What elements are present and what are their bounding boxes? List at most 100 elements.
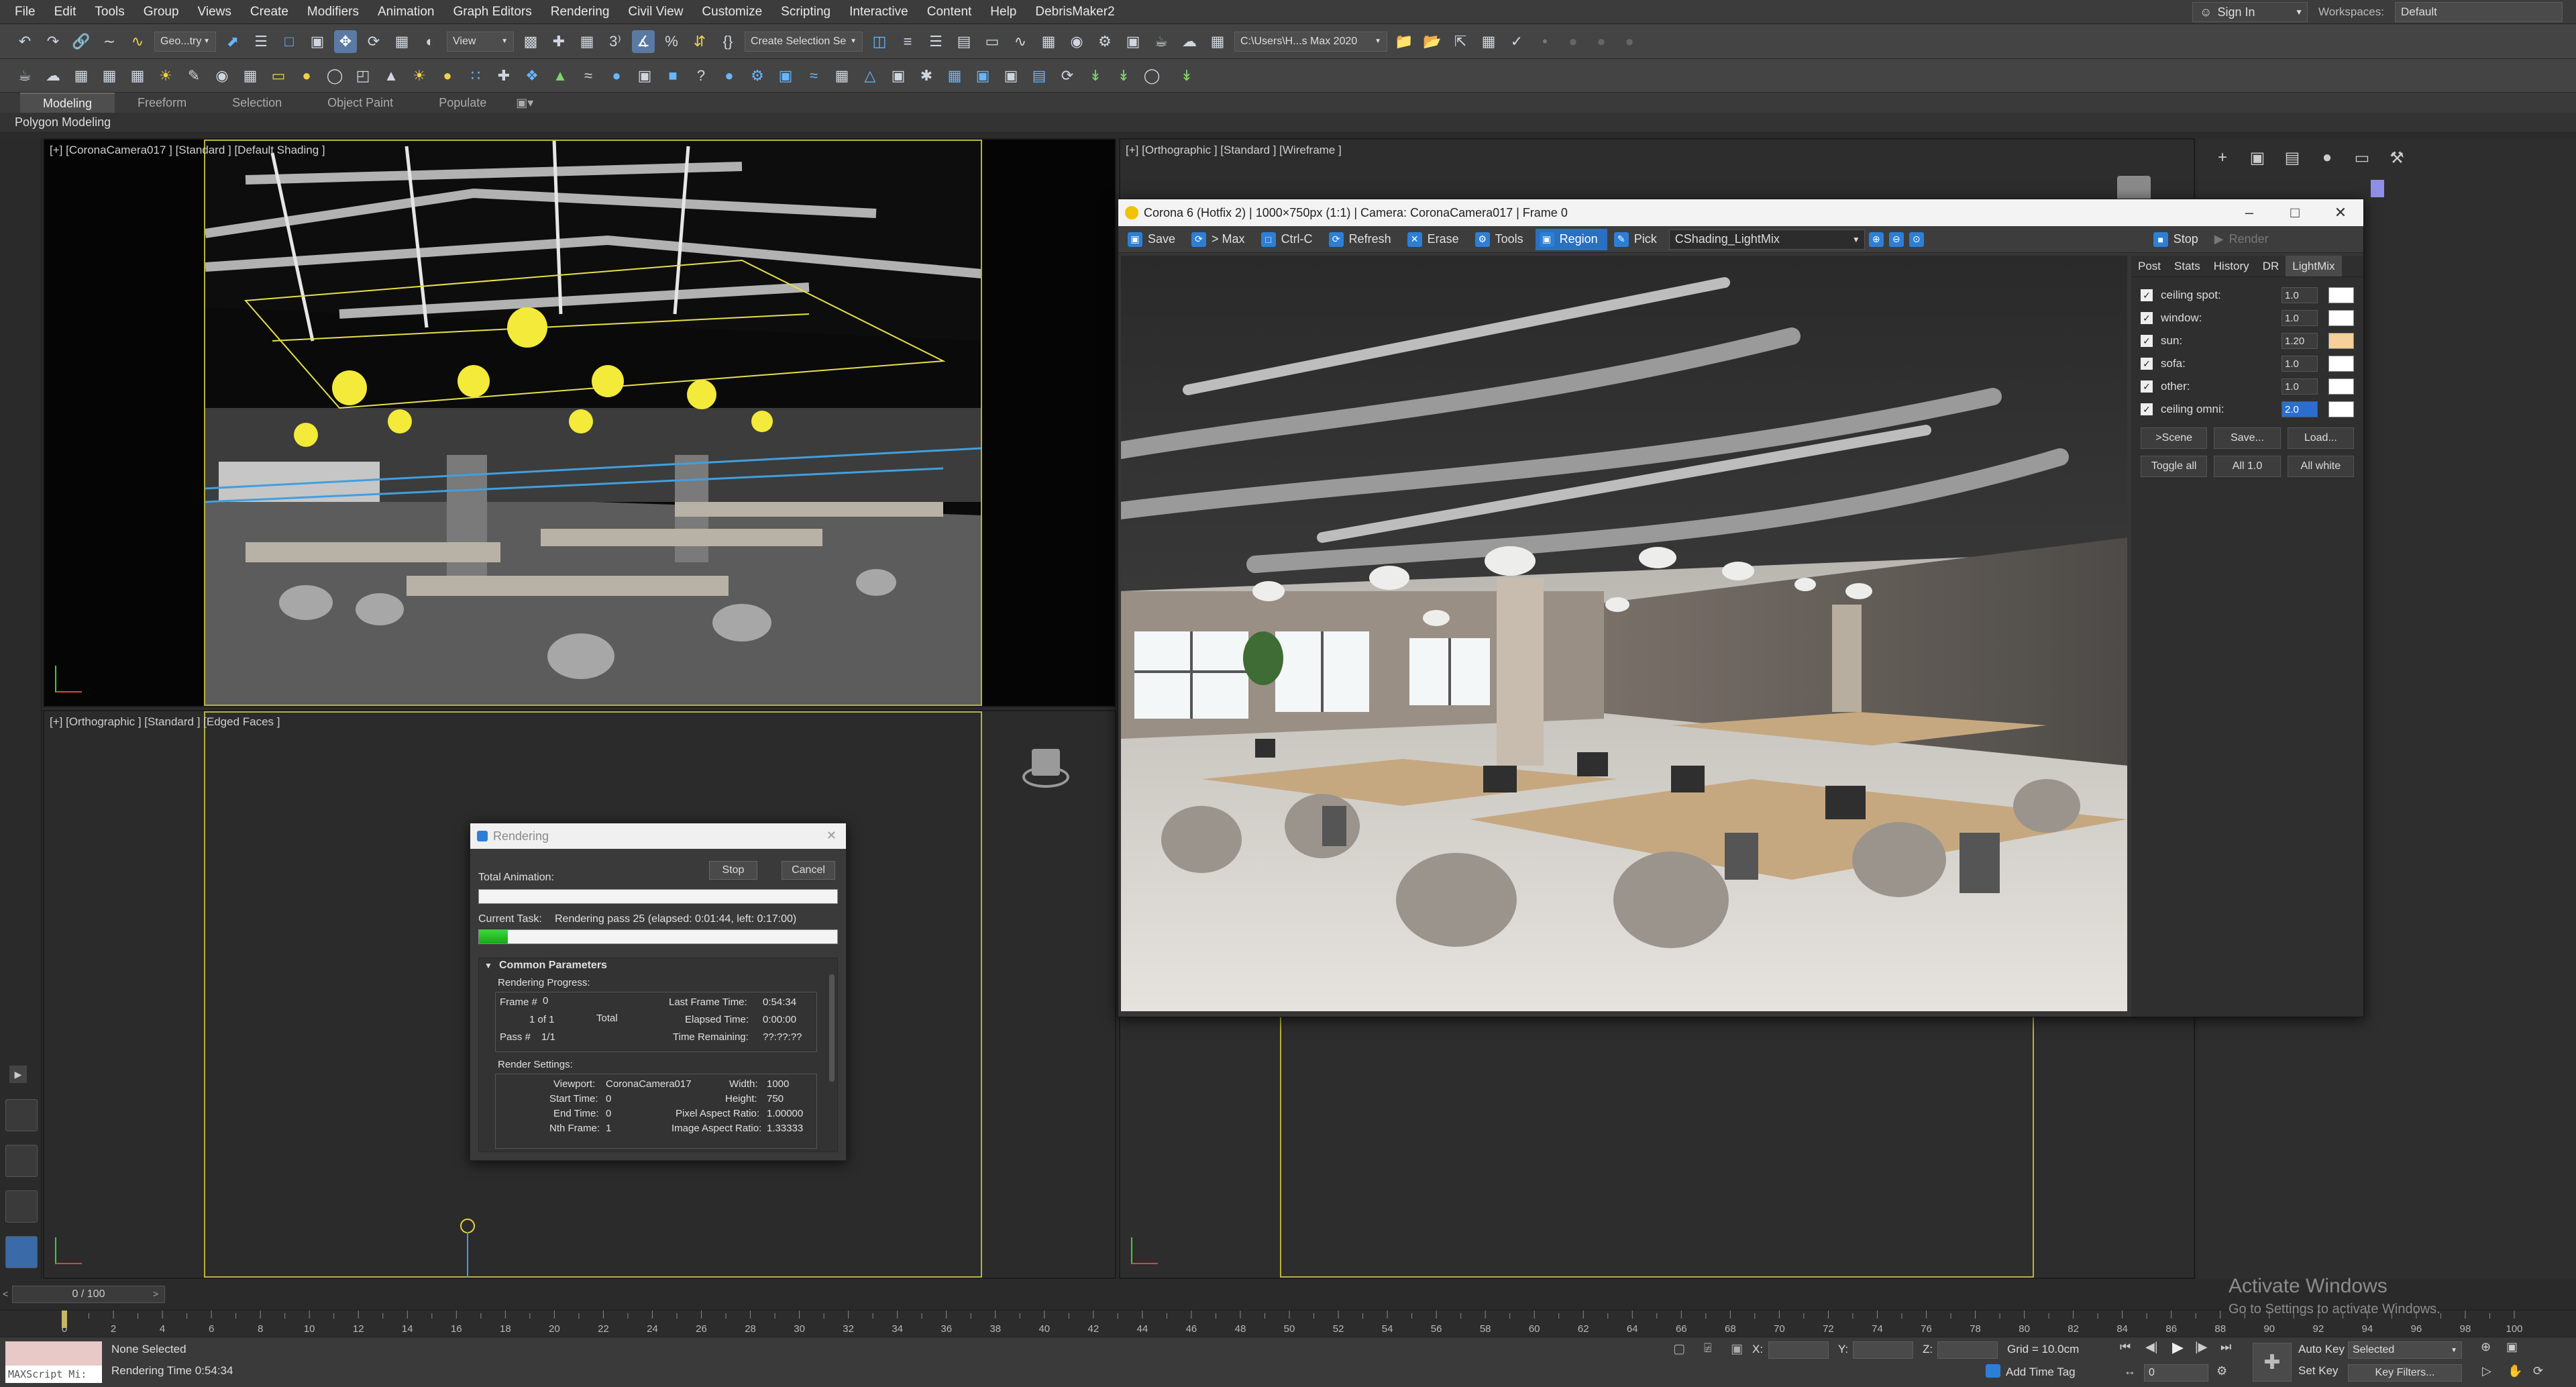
render-stop-button[interactable]: Stop (709, 861, 757, 880)
percent-snap-icon[interactable]: % (660, 30, 683, 53)
go-to-end-icon[interactable]: ⏭ (2220, 1340, 2231, 1354)
window-crossing-icon[interactable]: ▣ (306, 30, 329, 53)
lightmix-enable-checkbox[interactable]: ✓ (2141, 380, 2153, 393)
rect-selection-icon[interactable]: □ (278, 30, 301, 53)
a360-gallery-icon[interactable]: ▦ (1206, 30, 1229, 53)
tab-stats[interactable]: Stats (2167, 256, 2207, 276)
export-icon[interactable]: ⇱ (1449, 30, 1472, 53)
lightmix-enable-checkbox[interactable]: ✓ (2141, 312, 2153, 324)
x-coordinate-field[interactable] (1768, 1341, 1829, 1359)
cube-icon[interactable]: ▣ (774, 64, 797, 87)
lightmix-intensity-input[interactable]: 1.20 (2282, 333, 2318, 349)
lightmix-enable-checkbox[interactable]: ✓ (2141, 403, 2153, 415)
menu-edit[interactable]: Edit (49, 5, 90, 19)
key-set-dropdown[interactable]: Selected ▼ (2348, 1341, 2462, 1359)
menu-civil-view[interactable]: Civil View (623, 5, 696, 19)
mirror-icon[interactable]: ◫ (868, 30, 891, 53)
previous-frame-icon[interactable]: ◀| (2145, 1340, 2158, 1354)
teapot-icon[interactable]: ☕ (13, 64, 36, 87)
track-bar[interactable]: 0 2 4 6 8 10 12 14 16 18 20 22 24 26 28 30 32 34 36 38 40 42 4… (0, 1310, 2576, 1337)
lightmix-color-swatch[interactable] (2328, 287, 2354, 303)
lightmix-load-button[interactable]: Load... (2287, 427, 2354, 449)
select-by-name-icon[interactable]: ☰ (250, 30, 272, 53)
rollout-toggle-icon[interactable]: ▼ (484, 961, 492, 970)
proxy-icon[interactable]: ▦ (239, 64, 262, 87)
key-mode-icon[interactable]: ↔ (2124, 1364, 2136, 1378)
viewport-label[interactable]: [+] [Orthographic ] [Standard ] [Edged F… (50, 715, 280, 729)
menu-scripting[interactable]: Scripting (775, 5, 844, 19)
layout-tab-4[interactable] (5, 1236, 38, 1268)
scatter-icon[interactable]: ∷ (464, 64, 487, 87)
lightmix-color-swatch[interactable] (2328, 378, 2354, 395)
tab-lightmix[interactable]: LightMix (2286, 256, 2342, 276)
window-icon[interactable]: ▣ (971, 64, 994, 87)
vfb-pick-button[interactable]: ✎ Pick (1610, 229, 1666, 250)
vfb-erase-button[interactable]: ✕ Erase (1403, 229, 1468, 250)
vfb-render-button[interactable]: ▶ Render (2210, 229, 2278, 250)
fov-icon[interactable]: ▷ (2482, 1364, 2491, 1378)
help-icon[interactable]: ? (690, 64, 712, 87)
align-icon[interactable]: ≡ (896, 30, 919, 53)
to-scene-button[interactable]: >Scene (2141, 427, 2208, 449)
zoom-extents-icon[interactable]: ▣ (2506, 1340, 2518, 1354)
menu-debrismaker2[interactable]: DebrisMaker2 (1030, 5, 1128, 19)
utilities-tab-icon[interactable]: ⚒ (2385, 146, 2408, 169)
layers-icon[interactable]: ▦ (943, 64, 966, 87)
brush-icon[interactable]: ✓ (1505, 30, 1528, 53)
menu-customize[interactable]: Customize (696, 5, 775, 19)
fur-icon[interactable]: ≈ (577, 64, 600, 87)
circle-icon[interactable]: ● (1590, 30, 1613, 53)
timeline-prev-icon[interactable]: < (3, 1288, 8, 1299)
pin-icon[interactable]: ● (718, 64, 741, 87)
z-coordinate-field[interactable] (1937, 1341, 1998, 1359)
menu-help[interactable]: Help (985, 5, 1030, 19)
bind-spacewarp-icon[interactable]: ∿ (126, 30, 149, 53)
menu-file[interactable]: File (9, 5, 49, 19)
grid-settings-icon[interactable]: ▦ (1477, 30, 1500, 53)
decal-icon[interactable]: ✚ (492, 64, 515, 87)
book-icon[interactable]: ▦ (830, 64, 853, 87)
bulb-icon[interactable]: ◯ (1140, 64, 1163, 87)
manipulate-icon[interactable]: ✚ (547, 30, 570, 53)
grid-icon[interactable]: ▦ (98, 64, 121, 87)
all-one-button[interactable]: All 1.0 (2214, 456, 2281, 477)
edit-named-sets-icon[interactable]: {} (716, 30, 739, 53)
options-icon[interactable]: ✱ (915, 64, 938, 87)
menu-views[interactable]: Views (193, 5, 245, 19)
light-sphere-icon[interactable]: ● (295, 64, 318, 87)
unlink-icon[interactable]: ∼ (98, 30, 121, 53)
time-slider[interactable]: 0 / 100 (12, 1286, 165, 1303)
tab-dr[interactable]: DR (2256, 256, 2286, 276)
toggle-scene-explorer-icon[interactable]: ☰ (924, 30, 947, 53)
toggle-layer-explorer-icon[interactable]: ▤ (953, 30, 975, 53)
rollout-scrollbar[interactable] (829, 974, 835, 1082)
collapse-icon[interactable]: ↡ (1175, 64, 1198, 87)
display-tab-icon[interactable]: ▭ (2351, 146, 2373, 169)
box-icon[interactable]: ▣ (633, 64, 656, 87)
pan-icon[interactable]: ✋ (2508, 1364, 2522, 1378)
chevrons-icon[interactable]: ↡ (1084, 64, 1107, 87)
go-to-start-icon[interactable]: ⏮ (2120, 1340, 2131, 1354)
menu-animation[interactable]: Animation (372, 5, 448, 19)
material-editor-icon[interactable]: ◉ (1065, 30, 1088, 53)
set-key-big-button[interactable]: ✚ (2253, 1343, 2292, 1382)
brush-icon[interactable]: ✎ (182, 64, 205, 87)
material-icon[interactable]: ◉ (211, 64, 233, 87)
common-parameters-title[interactable]: Common Parameters (499, 960, 607, 972)
vfb-stop-button[interactable]: ■ Stop (2149, 229, 2208, 250)
minimize-icon[interactable]: – (2226, 199, 2272, 226)
absolute-mode-icon[interactable]: ▣ (1731, 1341, 1743, 1357)
rotate-icon[interactable]: ⟳ (362, 30, 385, 53)
lightmix-intensity-input[interactable]: 1.0 (2282, 287, 2318, 303)
render-production-icon[interactable]: ☕ (1150, 30, 1173, 53)
hierarchy-tab-icon[interactable]: ▤ (2281, 146, 2304, 169)
close-icon[interactable]: ✕ (2318, 199, 2363, 226)
image-icon[interactable]: ▦ (70, 64, 93, 87)
redo-icon[interactable]: ↷ (42, 30, 64, 53)
lock-icon[interactable]: ⍯ (1704, 1341, 1711, 1356)
close-icon[interactable]: ✕ (826, 829, 837, 843)
curve-editor-icon[interactable]: ∿ (1009, 30, 1032, 53)
next-frame-icon[interactable]: |▶ (2195, 1340, 2208, 1354)
orbit-icon[interactable]: ⟳ (2533, 1364, 2543, 1378)
vfb-tools-button[interactable]: ⚙ Tools (1471, 229, 1533, 250)
